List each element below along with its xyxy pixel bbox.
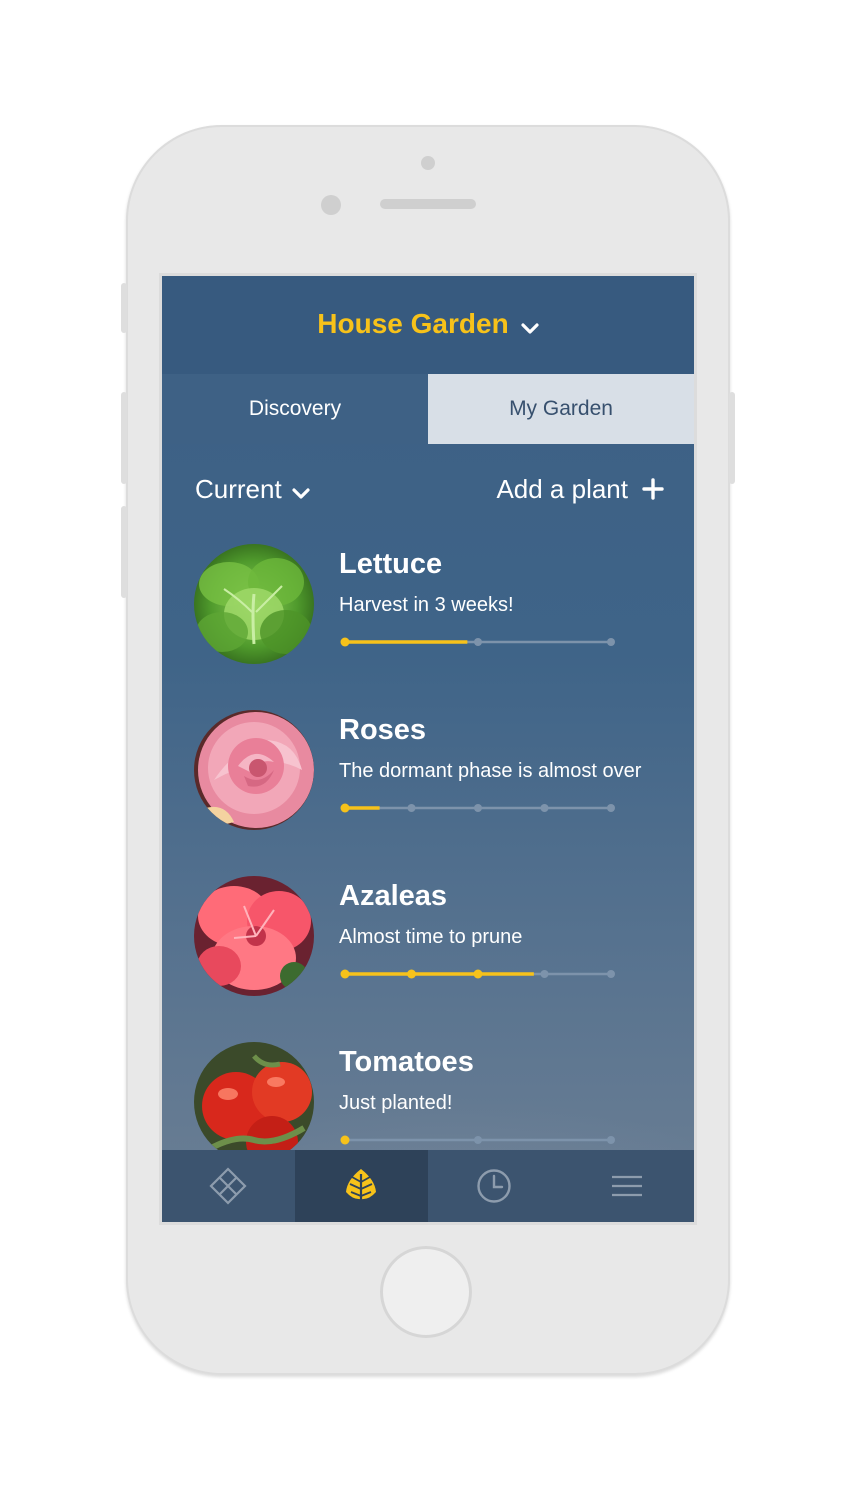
tab-label: My Garden <box>509 397 613 420</box>
progress-stage-dot <box>407 969 416 979</box>
leaf-icon <box>346 1169 376 1204</box>
earpiece-speaker <box>380 199 476 209</box>
roses-photo <box>194 710 314 830</box>
growth-progress-bar <box>340 1135 615 1145</box>
progress-stage-dot <box>607 638 615 646</box>
tomatoes-photo <box>194 1042 314 1162</box>
progress-stage-dot <box>540 804 549 812</box>
segmented-tabs: Discovery My Garden <box>162 374 694 444</box>
plant-status: Harvest in 3 weeks! <box>339 594 514 616</box>
nav-menu[interactable] <box>561 1150 694 1222</box>
volume-down-button <box>121 506 127 598</box>
growth-progress-bar <box>340 803 615 813</box>
add-plant-label: Add a plant <box>496 474 628 504</box>
plant-list-item[interactable]: Lettuce Harvest in 3 weeks! <box>162 544 694 704</box>
hamburger-menu-icon <box>612 1175 642 1197</box>
plant-status: Almost time to prune <box>339 926 523 948</box>
home-button[interactable] <box>380 1246 472 1338</box>
progress-stage-dot <box>607 804 615 812</box>
diamond-grid-icon <box>209 1167 247 1205</box>
proximity-sensor <box>421 156 435 170</box>
volume-up-button <box>121 392 127 484</box>
growth-progress-bar <box>340 969 615 979</box>
plant-list-item[interactable]: Roses The dormant phase is almost over <box>162 710 694 870</box>
tab-discovery[interactable]: Discovery <box>162 374 428 444</box>
phone-screen: House Garden Discovery My Garden Current… <box>159 273 697 1225</box>
progress-stage-dot <box>474 638 482 646</box>
bottom-tab-bar <box>162 1150 694 1222</box>
mute-switch <box>121 283 127 333</box>
plant-name: Lettuce <box>339 548 443 580</box>
clock-icon <box>477 1169 511 1203</box>
filter-dropdown[interactable]: Current <box>195 474 310 507</box>
plant-list-item[interactable]: Azaleas Almost time to prune <box>162 876 694 1036</box>
front-camera <box>321 195 341 215</box>
plant-status: The dormant phase is almost over <box>339 760 642 782</box>
progress-stage-dot <box>607 970 615 978</box>
plus-icon <box>642 476 664 507</box>
plant-name: Tomatoes <box>339 1046 474 1078</box>
filter-label: Current <box>195 474 282 504</box>
nav-my-garden[interactable] <box>295 1150 428 1222</box>
garden-selector[interactable]: House Garden <box>162 308 694 342</box>
chevron-down-icon <box>521 310 539 342</box>
progress-stage-dot <box>407 804 416 812</box>
nav-discover[interactable] <box>162 1150 295 1222</box>
tab-my-garden[interactable]: My Garden <box>428 374 694 444</box>
plant-status: Just planted! <box>339 1092 453 1114</box>
garden-name: House Garden <box>317 308 509 339</box>
filter-row: Current Add a plant <box>162 444 694 536</box>
plant-name: Azaleas <box>339 880 448 912</box>
app-header: House Garden <box>162 276 694 374</box>
progress-stage-dot <box>340 969 350 979</box>
azaleas-photo <box>194 876 314 996</box>
add-plant-button[interactable]: Add a plant <box>496 474 664 507</box>
growth-progress-bar <box>340 637 615 647</box>
tab-label: Discovery <box>248 397 342 420</box>
nav-history[interactable] <box>428 1150 561 1222</box>
progress-stage-dot <box>340 803 350 813</box>
chevron-down-icon <box>292 476 310 507</box>
plant-name: Roses <box>339 714 427 746</box>
progress-stage-dot <box>474 804 482 812</box>
progress-stage-dot <box>340 1135 350 1145</box>
progress-stage-dot <box>540 970 549 978</box>
lettuce-photo <box>194 544 314 664</box>
progress-stage-dot <box>474 1136 482 1144</box>
progress-stage-dot <box>473 969 483 979</box>
progress-stage-dot <box>607 1136 615 1144</box>
power-button <box>729 392 735 484</box>
app-viewport: House Garden Discovery My Garden Current… <box>162 276 694 1222</box>
progress-stage-dot <box>340 637 350 647</box>
